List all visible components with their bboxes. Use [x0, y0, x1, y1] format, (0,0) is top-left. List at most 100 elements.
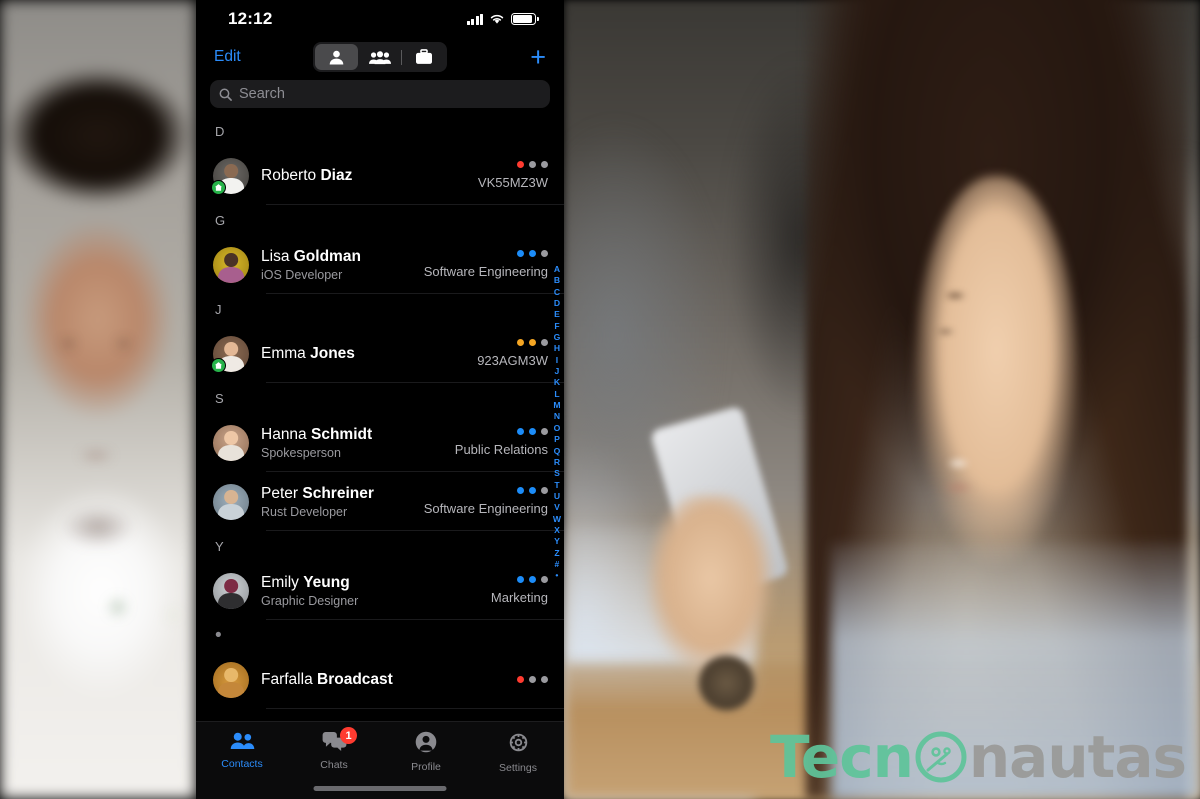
index-letter[interactable]: C [554, 287, 560, 298]
contact-last-name: Schreiner [302, 485, 374, 503]
index-letter[interactable]: T [554, 480, 559, 491]
index-letter[interactable]: Q [554, 446, 561, 457]
contact-meta: 923AGM3W [477, 353, 548, 368]
section-header: G [196, 205, 564, 235]
contact-name: Farfalla Broadcast [261, 670, 505, 689]
contact-name: Emily Yeung [261, 573, 479, 592]
status-dot [529, 161, 536, 168]
index-letter[interactable]: P [554, 434, 560, 445]
status-dot [529, 576, 536, 583]
background-photo-right [564, 0, 1200, 799]
search-bar[interactable]: Search [210, 80, 550, 108]
status-dot [541, 676, 548, 683]
section-header-letter: J [215, 301, 222, 317]
index-letter[interactable]: M [553, 400, 560, 411]
contact-row[interactable]: Emma Jones 923AGM3W [196, 324, 564, 383]
alphabet-index[interactable]: A B C D E F G H I J K L M N O P Q R S T U V W X Y Z # • [553, 264, 561, 582]
gear-icon [507, 731, 530, 759]
status-dots [517, 676, 548, 683]
index-letter[interactable]: N [554, 411, 560, 422]
segment-group[interactable] [358, 44, 401, 70]
wifi-icon [490, 14, 504, 24]
status-dot [541, 428, 548, 435]
status-dot [541, 250, 548, 257]
person-icon [329, 50, 344, 64]
tab-profile[interactable]: Profile [380, 731, 472, 773]
search-bar-container: Search [196, 76, 564, 116]
index-letter[interactable]: L [554, 389, 559, 400]
index-letter[interactable]: W [553, 514, 561, 525]
contact-row[interactable]: Roberto Diaz VK55MZ3W [196, 146, 564, 205]
avatar [213, 661, 249, 698]
tab-settings[interactable]: Settings [472, 731, 564, 774]
index-letter[interactable]: Z [554, 548, 559, 559]
segment-person[interactable] [315, 44, 358, 70]
contact-status-area [517, 676, 548, 683]
index-letter[interactable]: A [554, 264, 560, 275]
tab-badge: 1 [340, 727, 357, 744]
index-letter[interactable]: E [554, 309, 560, 320]
index-letter[interactable]: H [554, 343, 560, 354]
status-dot [517, 339, 524, 346]
index-letter[interactable]: U [554, 491, 560, 502]
section-header: J [196, 294, 564, 324]
status-dots [424, 487, 548, 494]
contact-first-name: Emily [261, 574, 299, 592]
status-time: 12:12 [228, 9, 273, 28]
tab-contacts[interactable]: Contacts [196, 731, 288, 770]
index-letter[interactable]: • [555, 570, 558, 581]
index-letter[interactable]: Y [554, 536, 560, 547]
index-letter[interactable]: I [556, 355, 558, 366]
status-dots [491, 576, 548, 583]
contact-info: Hanna Schmidt Spokesperson [261, 425, 443, 459]
index-letter[interactable]: K [554, 377, 560, 388]
segment-work[interactable] [402, 44, 445, 70]
index-letter[interactable]: # [555, 559, 560, 570]
contact-name: Hanna Schmidt [261, 425, 443, 444]
contact-row[interactable]: Farfalla Broadcast [196, 650, 564, 709]
status-dot [529, 428, 536, 435]
phone-screen: 12:12 Edit + Search D Roberto Diaz VK55M… [196, 0, 564, 799]
index-letter[interactable]: G [554, 332, 561, 343]
tab-chats[interactable]: 1 Chats [288, 727, 380, 771]
add-contact-button[interactable]: + [530, 43, 546, 71]
avatar [213, 483, 249, 520]
search-input[interactable]: Search [239, 86, 285, 102]
index-letter[interactable]: S [554, 468, 560, 479]
contact-info: Emily Yeung Graphic Designer [261, 573, 479, 607]
contact-name: Roberto Diaz [261, 166, 466, 185]
contact-meta: Public Relations [454, 442, 548, 457]
contacts-list[interactable]: D Roberto Diaz VK55MZ3W G Lisa Goldman iOS De… [196, 116, 564, 709]
index-letter[interactable]: X [554, 525, 560, 536]
contact-row[interactable]: Emily Yeung Graphic Designer Marketing [196, 561, 564, 620]
status-dot [541, 339, 548, 346]
contact-last-name: Schmidt [311, 426, 373, 444]
contact-status-area: Software Engineering [424, 250, 548, 279]
contact-row[interactable]: Peter Schreiner Rust Developer Software En… [196, 472, 564, 531]
contact-meta: VK55MZ3W [477, 175, 548, 190]
index-letter[interactable]: O [554, 423, 561, 434]
section-header-letter: G [215, 212, 226, 228]
contact-row[interactable]: Lisa Goldman iOS Developer Software Engine… [196, 235, 564, 294]
edit-button[interactable]: Edit [214, 48, 241, 66]
contact-last-name: Diaz [320, 166, 353, 184]
contact-job-title: iOS Developer [261, 267, 343, 282]
index-letter[interactable]: B [554, 275, 560, 286]
index-letter[interactable]: J [555, 366, 560, 377]
contact-name: Emma Jones [261, 344, 465, 363]
index-letter[interactable]: D [554, 298, 560, 309]
index-letter[interactable]: V [554, 502, 560, 513]
contact-name: Lisa Goldman [261, 247, 412, 266]
contact-row[interactable]: Hanna Schmidt Spokesperson Public Relation… [196, 413, 564, 472]
index-letter[interactable]: F [554, 321, 559, 332]
contact-meta: Software Engineering [423, 501, 548, 516]
status-dots [455, 428, 548, 435]
status-dot [529, 676, 536, 683]
segmented-control[interactable] [313, 42, 447, 72]
contact-name: Peter Schreiner [261, 484, 412, 503]
index-letter[interactable]: R [554, 457, 560, 468]
people-group-icon [368, 50, 391, 64]
status-dot [529, 339, 536, 346]
search-icon [219, 88, 232, 101]
status-dot [541, 487, 548, 494]
